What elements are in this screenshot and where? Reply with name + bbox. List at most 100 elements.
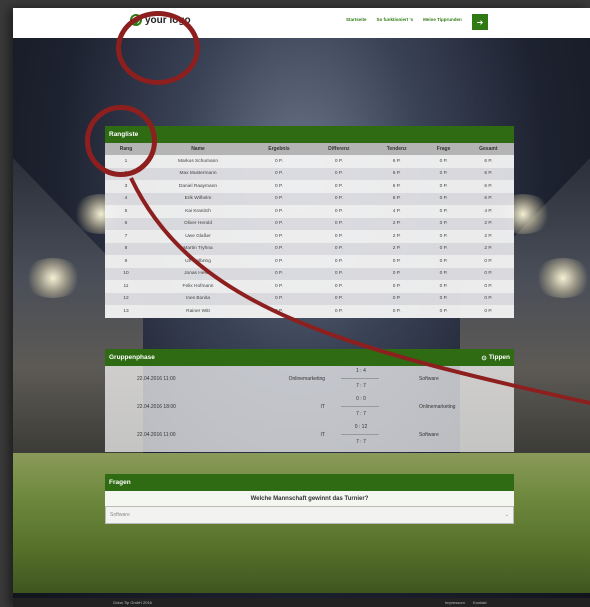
gruppenphase-title: Gruppenphase (109, 354, 155, 361)
match-score-result: 0 : 12 (354, 424, 368, 430)
footer-impressum-link[interactable]: Impressum (445, 600, 465, 605)
nav-so-funktionierts[interactable]: So funktioniert 's (377, 17, 414, 22)
table-cell: 0 P. (308, 280, 369, 293)
page-frame: your logo Startseite So funktioniert 's … (13, 8, 590, 607)
tippen-button[interactable]: ⊙ Tippen (481, 354, 510, 362)
fragen-header: Fragen (105, 474, 514, 491)
match-row[interactable]: 22.04.2016 18:00 IT 0 : 0 7 : 7 Onlinemarket… (105, 394, 514, 422)
answer-selected-value: Software (110, 512, 130, 518)
floodlight (533, 258, 590, 298)
footer-copyright: Goba Tip GmbH 2016 (113, 600, 152, 605)
top-bar: your logo Startseite So funktioniert 's … (13, 8, 590, 38)
table-cell: 0 P. (249, 230, 309, 243)
match-row[interactable]: 22.04.2016 11:00 Onlinemarketing 1 : 4 7 : … (105, 366, 514, 394)
table-cell: 6 P. (462, 180, 514, 193)
match-row[interactable]: 22.04.2016 11:00 IT 0 : 12 7 : 7 Software (105, 422, 514, 450)
table-cell: 0 P. (308, 167, 369, 180)
col-gesamt: Gesamt (462, 143, 514, 155)
table-cell: 0 P. (308, 242, 369, 255)
nav-meine-tipprunden[interactable]: Meine Tipprunden (423, 17, 462, 22)
match-score-tip: 7 : 7 (356, 439, 366, 445)
table-cell: 0 P. (249, 217, 309, 230)
chevron-down-icon: ⌄ (504, 512, 509, 518)
match-date: 22.04.2016 11:00 (137, 432, 176, 438)
table-cell: 8 (105, 242, 147, 255)
login-button[interactable]: ➔ (472, 14, 488, 30)
table-row: 6 Oliver Herold 0 P. 0 P. 2 P. 0 P. 2 P. (105, 217, 514, 230)
table-cell: 0 P. (308, 192, 369, 205)
score-divider (341, 406, 379, 407)
table-cell: Ines Bonita (147, 292, 249, 305)
match-score-tip: 7 : 7 (356, 383, 366, 389)
col-tendenz: Tendenz (368, 143, 425, 155)
col-frage: Frage (424, 143, 463, 155)
table-cell: Erik Wilhelm (147, 192, 249, 205)
table-cell: 0 P. (308, 205, 369, 218)
table-cell: 0 P. (462, 255, 514, 268)
match-team-away: Onlinemarketing (419, 404, 456, 410)
table-row: 13 Rainer Witt 0 P. 0 P. 0 P. 0 P. 0 P. (105, 305, 514, 318)
table-cell: 6 P. (462, 192, 514, 205)
match-date: 22.04.2016 11:00 (137, 376, 176, 382)
table-cell: Daniel Raaymann (147, 180, 249, 193)
table-cell: 13 (105, 305, 147, 318)
rangliste-header: Rangliste (105, 126, 514, 143)
table-cell: 0 P. (308, 217, 369, 230)
table-cell: Max Mustermann (147, 167, 249, 180)
table-row: 11 Felix Hofmann 0 P. 0 P. 0 P. 0 P. 0 P. (105, 280, 514, 293)
table-cell: 0 P. (249, 155, 309, 168)
gruppenphase-header: Gruppenphase ⊙ Tippen (105, 349, 514, 366)
rangliste-table: Rang Name Ergebnis Differenz Tendenz Fra… (105, 143, 514, 318)
table-cell: Felix Hofmann (147, 280, 249, 293)
table-cell: Markus Schumann (147, 155, 249, 168)
clock-icon: ⊙ (481, 354, 487, 362)
footer-kontakt-link[interactable]: Kontakt (473, 600, 487, 605)
answer-select[interactable]: Software ⌄ (105, 506, 514, 524)
table-cell: 0 P. (424, 217, 463, 230)
table-cell: 0 P. (249, 255, 309, 268)
table-cell: 2 P. (368, 242, 425, 255)
table-cell: 3 (105, 180, 147, 193)
table-row: 12 Ines Bonita 0 P. 0 P. 0 P. 0 P. 0 P. (105, 292, 514, 305)
table-cell: Rainer Witt (147, 305, 249, 318)
table-cell: Kai Kranitch (147, 205, 249, 218)
col-ergebnis: Ergebnis (249, 143, 309, 155)
footer: Goba Tip GmbH 2016 Impressum Kontakt (13, 598, 590, 607)
nav-startseite[interactable]: Startseite (346, 17, 367, 22)
table-cell: Jonas Hesse (147, 267, 249, 280)
table-row: 3 Daniel Raaymann 0 P. 0 P. 6 P. 0 P. 6 P. (105, 180, 514, 193)
table-cell: 9 (105, 255, 147, 268)
table-cell: 0 P. (462, 267, 514, 280)
table-cell: 4 P. (462, 205, 514, 218)
table-cell: 6 P. (462, 155, 514, 168)
match-score-result: 1 : 4 (356, 368, 366, 374)
fragen-panel: Fragen Welche Mannschaft gewinnt das Tur… (105, 474, 514, 524)
table-cell: 0 P. (308, 180, 369, 193)
table-cell: 6 P. (462, 167, 514, 180)
table-cell: 0 P. (424, 205, 463, 218)
table-cell: 0 P. (249, 305, 309, 318)
table-cell: 0 P. (424, 230, 463, 243)
score-divider (341, 378, 379, 379)
table-cell: 0 P. (308, 230, 369, 243)
match-team-away: Software (419, 432, 439, 438)
table-row: 10 Jonas Hesse 0 P. 0 P. 0 P. 0 P. 0 P. (105, 267, 514, 280)
table-cell: 0 P. (249, 192, 309, 205)
table-row: 2 Max Mustermann 0 P. 0 P. 6 P. 0 P. 6 P. (105, 167, 514, 180)
table-cell: 0 P. (368, 305, 425, 318)
match-team-home: IT (320, 432, 325, 438)
table-cell: 12 (105, 292, 147, 305)
table-cell: 0 P. (368, 267, 425, 280)
table-cell: 2 P. (462, 217, 514, 230)
main-nav: Startseite So funktioniert 's Meine Tipp… (346, 17, 462, 22)
table-cell: 2 P. (462, 230, 514, 243)
table-cell: 0 P. (249, 180, 309, 193)
question-text: Welche Mannschaft gewinnt das Turnier? (105, 491, 514, 506)
table-cell: 0 P. (424, 280, 463, 293)
floodlight (23, 258, 83, 298)
table-cell: 0 P. (424, 155, 463, 168)
table-cell: 2 P. (368, 217, 425, 230)
tippen-label: Tippen (488, 354, 510, 361)
table-cell: 11 (105, 280, 147, 293)
table-cell: 0 P. (368, 292, 425, 305)
